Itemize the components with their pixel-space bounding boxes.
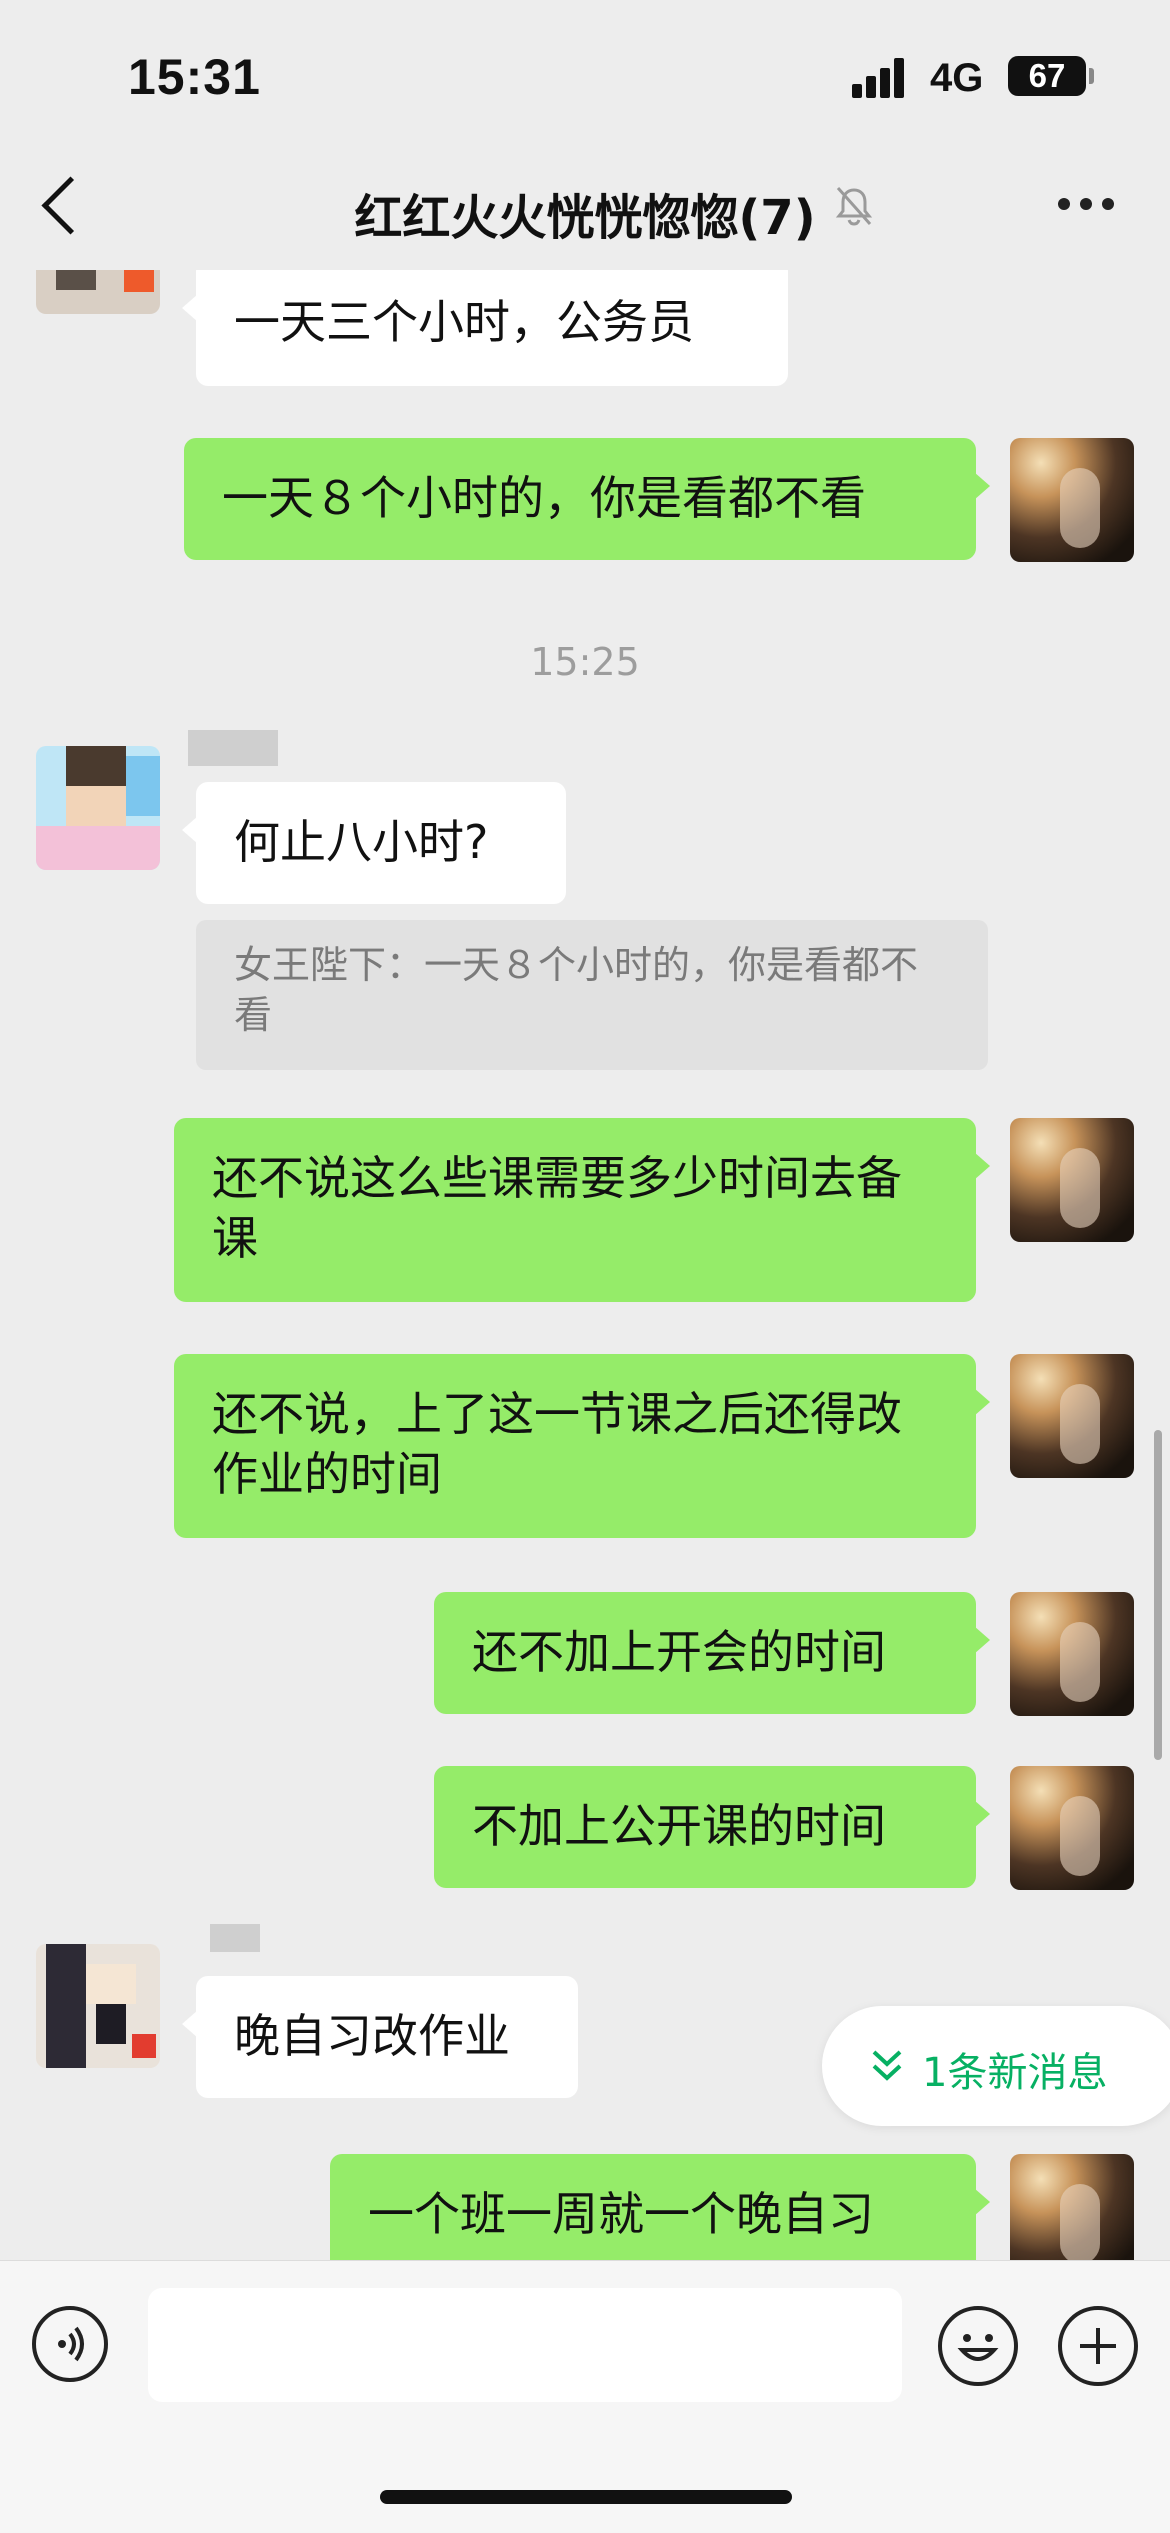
message-text: 还不说这么些课需要多少时间去备课	[212, 1151, 902, 1265]
scrollbar[interactable]	[1154, 1430, 1162, 1760]
new-messages-button[interactable]: 1条新消息	[822, 2006, 1170, 2126]
bell-muted-icon	[835, 187, 873, 226]
emoji-icon[interactable]	[938, 2306, 1018, 2386]
message-input[interactable]	[148, 2288, 902, 2402]
network-type: 4G	[930, 56, 984, 100]
message-bubble[interactable]: 还不加上开会的时间	[434, 1592, 990, 1714]
message-bubble[interactable]: 何止八小时?	[182, 782, 566, 904]
message-text: 一天三个小时，公务员	[234, 295, 694, 349]
avatar[interactable]	[1010, 1766, 1134, 1890]
message-bubble[interactable]: 一天三个小时，公务员	[182, 270, 788, 386]
avatar[interactable]	[1010, 1592, 1134, 1716]
timestamp: 15:25	[530, 640, 640, 684]
message-bubble[interactable]: 还不说这么些课需要多少时间去备课	[174, 1118, 990, 1302]
voice-icon[interactable]	[32, 2306, 108, 2382]
status-time: 15:31	[128, 49, 261, 105]
ellipsis-icon[interactable]	[1058, 198, 1114, 212]
signal-icon	[852, 58, 914, 98]
quoted-message[interactable]: 女王陛下：一天８个小时的，你是看都不看	[196, 920, 988, 1070]
avatar[interactable]	[1010, 2154, 1134, 2260]
message-text: 还不说，上了这一节课之后还得改作业的时间	[212, 1387, 902, 1501]
avatar[interactable]	[1010, 1354, 1134, 1478]
home-indicator[interactable]	[380, 2490, 792, 2504]
message-text: 晚自习改作业	[234, 2009, 510, 2063]
message-bubble[interactable]: 还不说，上了这一节课之后还得改作业的时间	[174, 1354, 990, 1538]
plus-icon[interactable]	[1058, 2306, 1138, 2386]
message-text: 不加上公开课的时间	[472, 1799, 886, 1853]
new-messages-label: 1条新消息	[922, 2050, 1108, 2096]
message-text: 何止八小时?	[234, 815, 489, 869]
plus-glyph	[1080, 2328, 1116, 2364]
avatar[interactable]	[1010, 438, 1134, 562]
emoji-glyph	[957, 2334, 999, 2361]
message-bubble[interactable]: 不加上公开课的时间	[434, 1766, 990, 1888]
avatar[interactable]	[36, 746, 160, 870]
avatar[interactable]	[36, 1944, 160, 2068]
double-chevron-down-icon	[872, 2050, 902, 2081]
quote-text: 女王陛下：一天８个小时的，你是看都不看	[234, 943, 919, 1037]
avatar[interactable]	[36, 270, 160, 314]
voice-glyph	[58, 2326, 84, 2362]
sender-name	[210, 1924, 260, 1952]
message-text: 一天８个小时的，你是看都不看	[222, 471, 866, 525]
avatar[interactable]	[1010, 1118, 1134, 1242]
message-list[interactable]: 一天三个小时，公务员 一天８个小时的，你是看都不看 15:25 何止八小时? 女…	[0, 270, 1170, 2260]
message-bubble[interactable]: 晚自习改作业	[182, 1976, 578, 2098]
battery-icon: 67	[1008, 56, 1094, 96]
sender-name	[188, 730, 278, 766]
message-text: 还不加上开会的时间	[472, 1625, 886, 1679]
status-bar: 15:31 4G 67	[0, 0, 1170, 150]
chat-title: 红红火火恍恍惚惚(7)	[0, 178, 1170, 248]
group-name: 红红火火恍恍惚惚(7)	[354, 190, 816, 246]
message-bubble[interactable]: 一个班一周就一个晚自习	[330, 2154, 990, 2260]
message-bubble[interactable]: 一天８个小时的，你是看都不看	[184, 438, 990, 560]
message-text: 一个班一周就一个晚自习	[368, 2187, 874, 2241]
